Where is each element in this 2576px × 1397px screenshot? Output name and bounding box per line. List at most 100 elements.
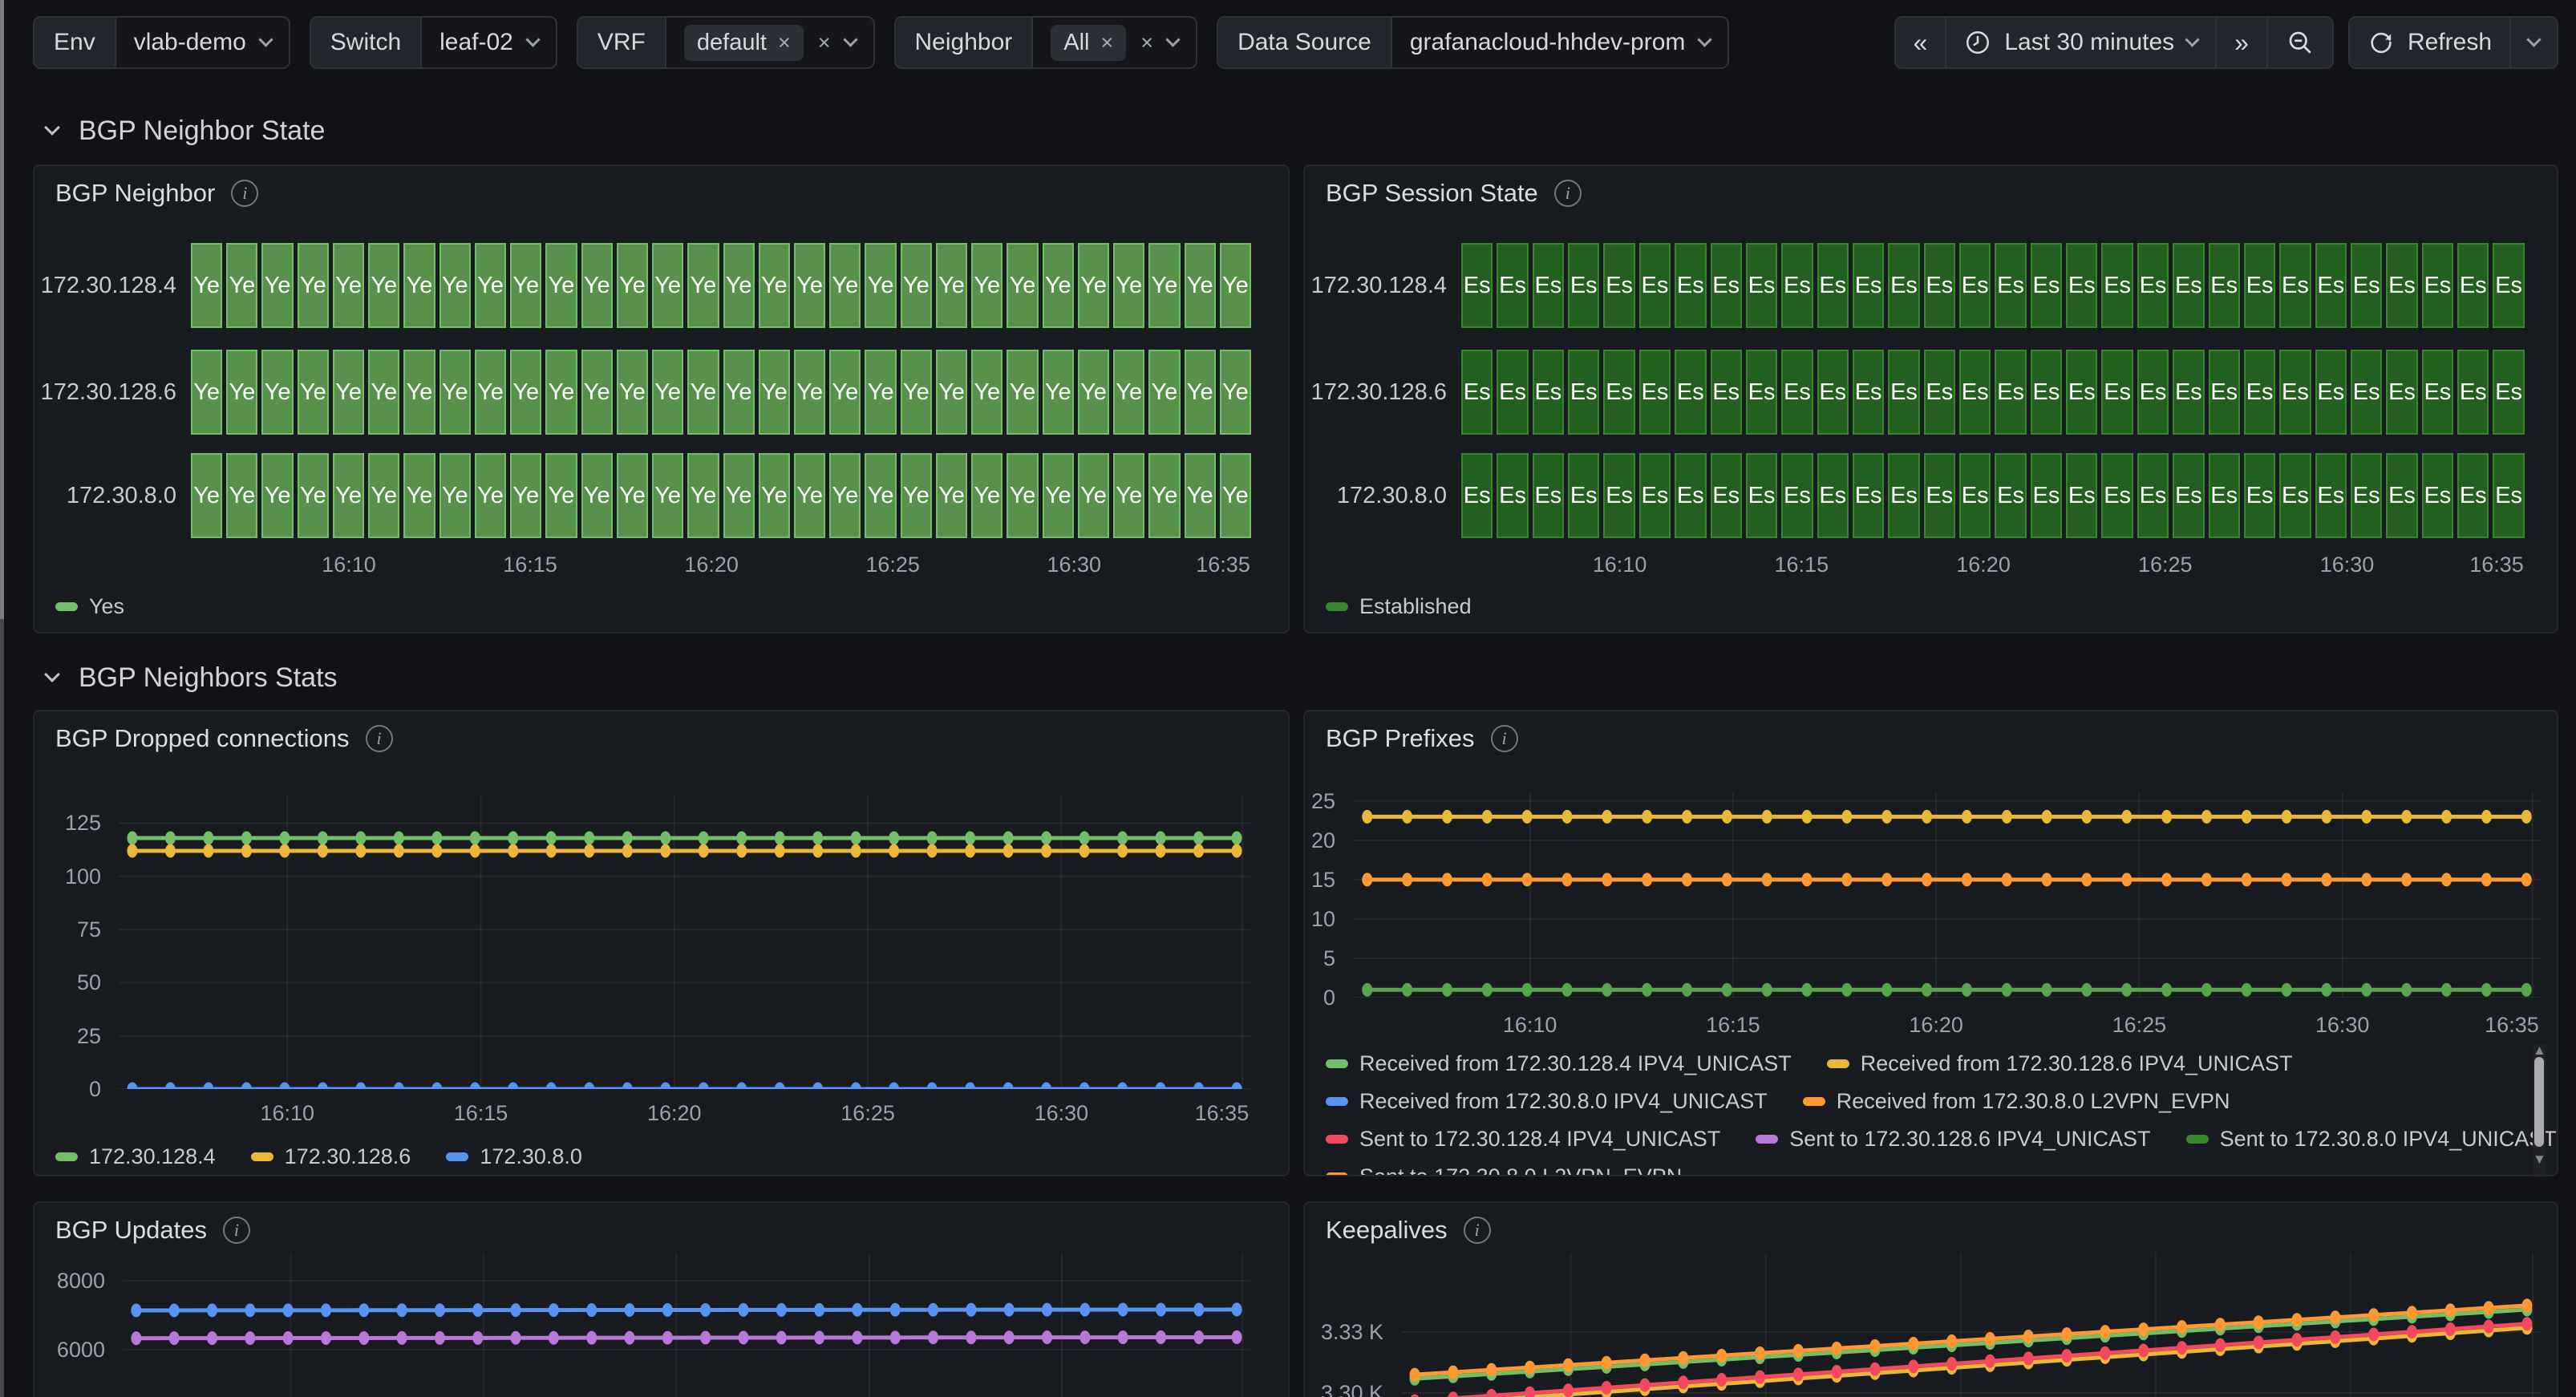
series-received-from-172.30.8.0-l2vpn-evpn: [1362, 873, 2531, 886]
time-range-picker[interactable]: Last 30 minutes: [1946, 18, 2217, 67]
state-cell: Ye: [971, 453, 1002, 538]
state-cell: Ye: [1220, 243, 1251, 328]
state-cell: Es: [2493, 350, 2524, 435]
y-tick-label: 100: [34, 865, 101, 889]
panel-title: BGP Prefixes: [1326, 724, 1475, 753]
state-cell: Ye: [687, 350, 719, 435]
legend-item[interactable]: 172.30.128.4: [55, 1144, 216, 1169]
panel-header[interactable]: BGP Dropped connections i: [55, 724, 393, 753]
time-shift-forward-button[interactable]: »: [2217, 18, 2268, 67]
info-icon[interactable]: i: [223, 1217, 250, 1244]
panel-header[interactable]: BGP Updates i: [55, 1216, 250, 1245]
filter-value-dropdown[interactable]: default××: [666, 18, 873, 67]
info-icon[interactable]: i: [231, 180, 258, 207]
info-icon[interactable]: i: [1491, 725, 1518, 752]
time-shift-back-button[interactable]: «: [1896, 18, 1947, 67]
scroll-up-icon[interactable]: ▲: [2533, 1043, 2546, 1059]
info-icon[interactable]: i: [1464, 1217, 1491, 1244]
state-cell: Ye: [971, 243, 1002, 328]
legend-label: Sent to 172.30.128.4 IPV4_UNICAST: [1359, 1127, 1720, 1152]
zoom-out-button[interactable]: [2268, 18, 2332, 67]
state-cell: Es: [2066, 350, 2097, 435]
panel-header[interactable]: BGP Prefixes i: [1326, 724, 1518, 753]
plot-area[interactable]: [119, 796, 1250, 1089]
section-title: BGP Neighbors Stats: [79, 662, 338, 694]
state-cell: Ye: [298, 453, 329, 538]
state-cell: Ye: [1113, 453, 1144, 538]
state-cell: Es: [1888, 453, 1919, 538]
state-cell: Ye: [723, 243, 755, 328]
state-cell: Ye: [261, 243, 293, 328]
state-cell: Ye: [1078, 243, 1109, 328]
state-row: YeYeYeYeYeYeYeYeYeYeYeYeYeYeYeYeYeYeYeYe…: [191, 243, 1251, 328]
filter-value-dropdown[interactable]: All××: [1033, 18, 1196, 67]
filter-value-dropdown[interactable]: leaf-02: [422, 18, 556, 67]
series-172.30.8.0: [127, 1083, 1241, 1090]
x-tick-label: 16:15: [503, 553, 557, 577]
plot-area[interactable]: [123, 1253, 1250, 1397]
clear-all-icon[interactable]: ×: [818, 32, 831, 54]
legend-scrollbar[interactable]: ▲▼: [2533, 1044, 2546, 1176]
time-range-label: Last 30 minutes: [2004, 29, 2174, 56]
filter-value-dropdown[interactable]: vlab-demo: [116, 18, 289, 67]
state-cell: Ye: [261, 453, 293, 538]
legend-label: Yes: [89, 594, 124, 619]
filter-label: Neighbor: [896, 18, 1034, 67]
refresh-button[interactable]: Refresh: [2350, 18, 2511, 67]
filter-value-dropdown[interactable]: grafanacloud-hhdev-prom: [1392, 18, 1728, 67]
refresh-interval-dropdown[interactable]: [2511, 18, 2557, 67]
filter-value-pill[interactable]: All×: [1051, 25, 1126, 61]
legend-item[interactable]: Sent to 172.30.8.0 IPV4_UNICAST: [2186, 1127, 2557, 1152]
filter-value-pill[interactable]: default×: [684, 25, 804, 61]
panel-header[interactable]: Keepalives i: [1326, 1216, 1491, 1245]
legend-item[interactable]: Sent to 172.30.8.0 L2VPN_EVPN: [1326, 1164, 1682, 1176]
section-bgp-neighbors-stats[interactable]: BGP Neighbors Stats: [47, 659, 338, 696]
state-cell: Ye: [1185, 243, 1216, 328]
state-cell: Es: [1817, 243, 1849, 328]
legend-item[interactable]: Sent to 172.30.128.4 IPV4_UNICAST: [1326, 1127, 1720, 1152]
legend-item[interactable]: Received from 172.30.128.6 IPV4_UNICAST: [1827, 1051, 2293, 1076]
info-icon[interactable]: i: [366, 725, 393, 752]
chevron-down-icon: [525, 32, 540, 47]
legend-swatch: [1326, 1135, 1348, 1144]
state-cell: Ye: [1043, 350, 1074, 435]
scrollbar-thumb[interactable]: [2534, 1057, 2544, 1147]
legend-item[interactable]: Received from 172.30.8.0 L2VPN_EVPN: [1803, 1089, 2230, 1114]
state-cell: Ye: [1220, 453, 1251, 538]
state-cell: Es: [2351, 453, 2382, 538]
legend-item[interactable]: Received from 172.30.128.4 IPV4_UNICAST: [1326, 1051, 1792, 1076]
legend-swatch: [1326, 602, 1348, 611]
legend-item[interactable]: 172.30.128.6: [251, 1144, 411, 1169]
legend-swatch: [251, 1152, 273, 1161]
legend-item[interactable]: Established: [1326, 594, 1472, 619]
state-cell: Es: [2137, 243, 2169, 328]
state-cell: Ye: [687, 453, 719, 538]
x-tick-label: 16:30: [1047, 553, 1101, 577]
legend-item[interactable]: Yes: [55, 594, 124, 619]
legend-item[interactable]: Sent to 172.30.128.6 IPV4_UNICAST: [1756, 1127, 2150, 1152]
info-icon[interactable]: i: [1554, 180, 1582, 207]
clear-all-icon[interactable]: ×: [1140, 32, 1153, 54]
panel-title: BGP Session State: [1326, 179, 1538, 208]
window-edge-scroll-thumb[interactable]: [0, 0, 4, 619]
plot-area[interactable]: [1353, 792, 2541, 998]
legend-item[interactable]: 172.30.8.0: [446, 1144, 582, 1169]
section-bgp-neighbor-state[interactable]: BGP Neighbor State: [47, 112, 325, 149]
x-tick-label: 16:30: [2320, 553, 2375, 577]
x-tick-label: 16:25: [2138, 553, 2193, 577]
scroll-down-icon[interactable]: ▼: [2533, 1152, 2546, 1168]
state-cell: Es: [1603, 350, 1634, 435]
state-cell: Ye: [1220, 350, 1251, 435]
y-tick-label: 3.33 K: [1305, 1320, 1383, 1345]
state-cell: Ye: [1043, 453, 1074, 538]
x-tick-label: 16:20: [1909, 1013, 1963, 1038]
panel-header[interactable]: BGP Neighbor i: [55, 179, 258, 208]
plot-area[interactable]: [1401, 1253, 2541, 1397]
y-tick-label: 8000: [34, 1269, 105, 1294]
remove-value-icon[interactable]: ×: [778, 32, 791, 54]
state-cell: Ye: [226, 453, 257, 538]
legend-item[interactable]: Received from 172.30.8.0 IPV4_UNICAST: [1326, 1089, 1768, 1114]
collapse-chevron-icon: [44, 119, 60, 136]
remove-value-icon[interactable]: ×: [1101, 32, 1114, 54]
panel-header[interactable]: BGP Session State i: [1326, 179, 1582, 208]
